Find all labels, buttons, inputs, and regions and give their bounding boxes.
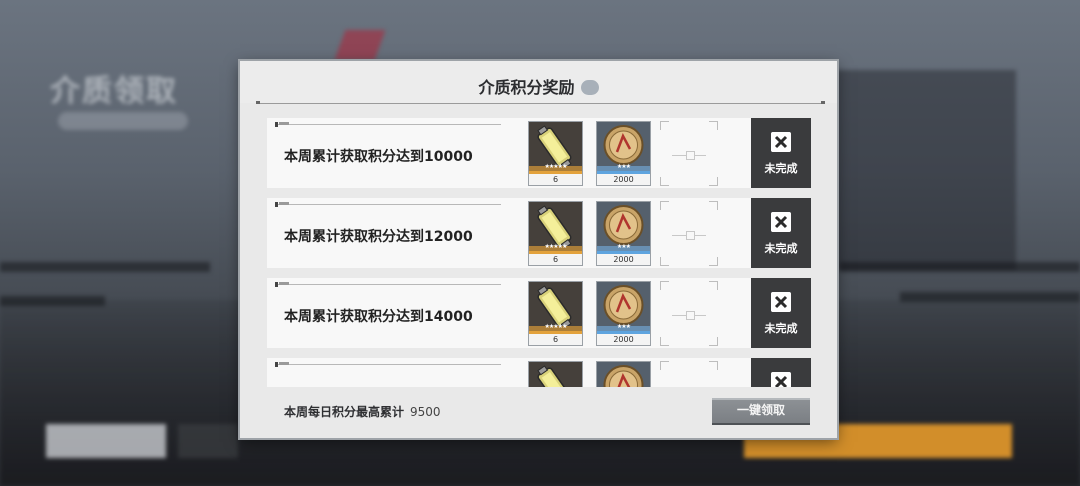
slot-corner xyxy=(709,257,718,266)
status-incomplete xyxy=(751,358,811,387)
status-label: 未完成 xyxy=(764,322,798,335)
slot-corner xyxy=(709,281,718,290)
info-icon[interactable] xyxy=(580,80,599,95)
reward-item[interactable] xyxy=(596,361,651,387)
row-deco xyxy=(275,282,278,287)
item-quantity: 6 xyxy=(529,334,582,345)
slot-corner xyxy=(660,361,669,370)
row-deco xyxy=(275,362,278,367)
row-deco xyxy=(279,362,289,365)
bg-button xyxy=(178,424,238,458)
item-quantity: 2000 xyxy=(597,174,650,185)
rarity-stars: ★★★ xyxy=(616,163,631,170)
reward-item[interactable]: ★★★★★ 6 xyxy=(528,281,583,346)
slot-corner xyxy=(709,121,718,130)
empty-reward-slot xyxy=(660,121,718,186)
slot-corner xyxy=(660,177,669,186)
reward-item[interactable] xyxy=(528,361,583,387)
header-deco xyxy=(821,101,825,104)
row-deco xyxy=(275,122,278,127)
modal-title-wrap: 介质积分奖励 xyxy=(240,74,837,98)
bg-page-title: 介质领取 xyxy=(50,74,178,109)
bg-decoration xyxy=(334,30,386,60)
close-icon xyxy=(771,132,791,152)
slot-corner xyxy=(709,337,718,346)
reward-row: 本周累计获取积分达到14000 ★★★★★ 6 ★★★ 2000 未完成 xyxy=(267,278,811,348)
slot-corner xyxy=(660,121,669,130)
slot-center xyxy=(686,151,695,160)
bg-button xyxy=(46,424,166,458)
slot-corner xyxy=(660,337,669,346)
bg-stripe xyxy=(840,262,1080,272)
footer-value: 9500 xyxy=(410,405,441,419)
slot-corner xyxy=(709,361,718,370)
header-deco xyxy=(256,101,260,104)
status-incomplete: 未完成 xyxy=(751,118,811,188)
reward-item[interactable]: ★★★ 2000 xyxy=(596,121,651,186)
slot-center xyxy=(686,311,695,320)
slot-corner xyxy=(709,177,718,186)
row-divider xyxy=(275,364,501,365)
close-icon xyxy=(771,212,791,232)
status-incomplete: 未完成 xyxy=(751,278,811,348)
task-description: 本周累计获取积分达到10000 xyxy=(284,149,473,165)
reward-item[interactable]: ★★★★★ 6 xyxy=(528,201,583,266)
slot-corner xyxy=(660,201,669,210)
footer-label: 本周每日积分最高累计 xyxy=(284,405,405,419)
row-deco xyxy=(275,202,278,207)
item-quantity: 2000 xyxy=(597,254,650,265)
coin-icon xyxy=(597,362,650,387)
empty-reward-slot xyxy=(660,361,718,387)
task-description: 本周累计获取积分达到12000 xyxy=(284,229,473,245)
close-icon xyxy=(771,372,791,387)
reward-item[interactable]: ★★★★★ 6 xyxy=(528,121,583,186)
reward-modal: 介质积分奖励 本周累计获取积分达到10000 ★★★★★ 6 ★★★ 2000 未完成 本周… xyxy=(240,61,837,438)
row-deco xyxy=(279,122,289,125)
status-incomplete: 未完成 xyxy=(751,198,811,268)
status-label: 未完成 xyxy=(764,162,798,175)
reward-item[interactable]: ★★★ 2000 xyxy=(596,281,651,346)
bg-stripe xyxy=(0,262,210,272)
bg-stripe xyxy=(0,296,105,306)
rarity-stars: ★★★ xyxy=(616,243,631,250)
rarity-stars: ★★★★★ xyxy=(544,163,568,170)
footer-summary: 本周每日积分最高累计 9500 xyxy=(284,403,441,420)
row-divider xyxy=(275,204,501,205)
row-divider xyxy=(275,124,501,125)
rarity-stars: ★★★★★ xyxy=(544,323,568,330)
item-quantity: 2000 xyxy=(597,334,650,345)
status-label: 未完成 xyxy=(764,242,798,255)
reward-item[interactable]: ★★★ 2000 xyxy=(596,201,651,266)
slot-corner xyxy=(660,257,669,266)
rarity-stars: ★★★★★ xyxy=(544,243,568,250)
slot-corner xyxy=(709,201,718,210)
row-deco xyxy=(279,202,289,205)
slot-center xyxy=(686,231,695,240)
reward-row xyxy=(267,358,811,387)
rarity-stars: ★★★ xyxy=(616,323,631,330)
item-quantity: 6 xyxy=(529,254,582,265)
modal-header: 介质积分奖励 xyxy=(240,61,837,103)
reward-row: 本周累计获取积分达到12000 ★★★★★ 6 ★★★ 2000 未完成 xyxy=(267,198,811,268)
item-quantity: 6 xyxy=(529,174,582,185)
close-icon xyxy=(771,292,791,312)
task-description: 本周累计获取积分达到14000 xyxy=(284,309,473,325)
row-divider xyxy=(275,284,501,285)
bg-subtitle xyxy=(58,112,188,130)
empty-reward-slot xyxy=(660,281,718,346)
header-divider xyxy=(256,103,825,104)
bg-stripe xyxy=(900,292,1080,302)
bg-right-panel xyxy=(836,70,1016,270)
reward-list[interactable]: 本周累计获取积分达到10000 ★★★★★ 6 ★★★ 2000 未完成 本周累计获取积分达… xyxy=(267,118,811,387)
claim-all-button[interactable]: 一键领取 xyxy=(712,398,810,423)
slot-corner xyxy=(660,281,669,290)
modal-title: 介质积分奖励 xyxy=(478,78,575,97)
empty-reward-slot xyxy=(660,201,718,266)
reward-row: 本周累计获取积分达到10000 ★★★★★ 6 ★★★ 2000 未完成 xyxy=(267,118,811,188)
battery-icon xyxy=(529,362,582,387)
row-deco xyxy=(279,282,289,285)
